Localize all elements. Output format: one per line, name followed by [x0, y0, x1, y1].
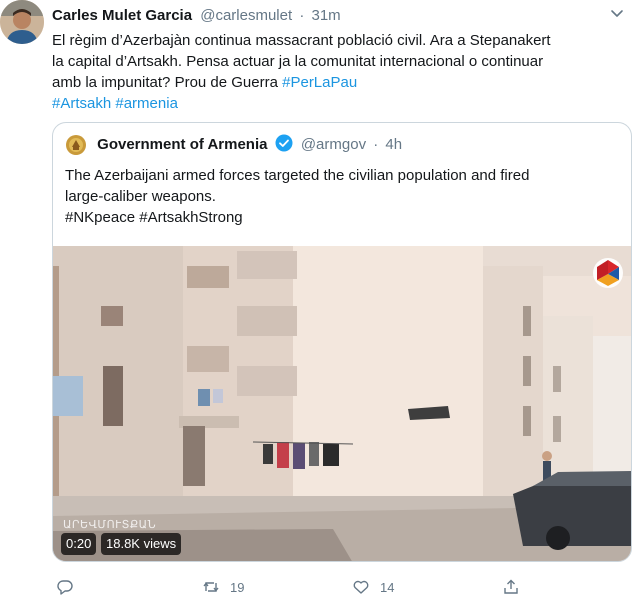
reply-button[interactable]: [56, 576, 84, 598]
video-player[interactable]: ԱՐԵՎՄՈՒՏՔԱՆ 0:20 18.8K views: [53, 246, 631, 561]
timestamp[interactable]: 31m: [312, 7, 341, 24]
hashtag-link[interactable]: #armenia: [115, 95, 178, 112]
share-icon: [504, 579, 518, 594]
separator-dot: ·: [299, 7, 305, 24]
tweet-header: Carles Mulet Garcia @carlesmulet · 31m: [52, 5, 341, 27]
quoted-timestamp[interactable]: 4h: [385, 136, 402, 153]
verified-icon: [275, 134, 293, 152]
government-seal-icon[interactable]: [65, 134, 87, 156]
video-duration: 0:20: [61, 533, 97, 555]
hashtag-link[interactable]: #PerLaPau: [282, 74, 357, 91]
quoted-header: Government of Armenia @armgov · 4h: [65, 134, 402, 156]
hashtag-text[interactable]: #ArtsakhStrong: [139, 209, 242, 226]
share-button[interactable]: [502, 576, 520, 598]
quoted-author-handle[interactable]: @armgov: [301, 136, 366, 153]
tweet[interactable]: Carles Mulet Garcia @carlesmulet · 31m E…: [0, 0, 640, 601]
tweet-text-line: El règim d’Azerbajàn continua massacrant…: [52, 32, 551, 49]
like-icon: [353, 580, 369, 594]
quoted-author-name[interactable]: Government of Armenia: [97, 136, 267, 153]
tweet-text-line: amb la impunitat? Prou de Guerra #PerLaP…: [52, 72, 632, 93]
hashtag-link[interactable]: #Artsakh: [52, 95, 111, 112]
author-name[interactable]: Carles Mulet Garcia: [52, 7, 192, 24]
avatar[interactable]: [0, 0, 44, 44]
tweet-text-line: la capital d’Artsakh. Pensa actuar ja la…: [52, 53, 544, 70]
retweet-button[interactable]: 19: [202, 576, 244, 598]
author-handle[interactable]: @carlesmulet: [200, 7, 292, 24]
tweet-text: El règim d’Azerbajàn continua massacrant…: [52, 30, 632, 114]
quoted-text-line: large-caliber weapons.: [65, 188, 216, 205]
retweet-icon: [203, 582, 219, 592]
quoted-tweet[interactable]: Government of Armenia @armgov · 4h The A…: [52, 122, 632, 562]
tweet-actions: 19 14: [52, 576, 632, 598]
hashtag-text[interactable]: #NKpeace: [65, 209, 135, 226]
video-views: 18.8K views: [101, 533, 182, 555]
channel-logo-icon: [593, 258, 623, 288]
video-frame: [53, 246, 631, 561]
hashtag-line: #Artsakh #armenia: [52, 93, 632, 114]
quoted-text: The Azerbaijani armed forces targeted th…: [65, 165, 621, 228]
reply-icon: [57, 580, 73, 595]
video-watermark: ԱՐԵՎՄՈՒՏՔԱՆ: [63, 519, 157, 531]
like-button[interactable]: 14: [352, 576, 394, 598]
tweet-text-fragment: amb la impunitat? Prou de Guerra: [52, 74, 278, 91]
retweet-count: 19: [230, 579, 245, 595]
separator-dot: ·: [373, 136, 379, 153]
more-icon[interactable]: [608, 4, 626, 22]
like-count: 14: [380, 579, 395, 595]
hashtag-line: #NKpeace #ArtsakhStrong: [65, 207, 621, 228]
quoted-text-line: The Azerbaijani armed forces targeted th…: [65, 167, 530, 184]
